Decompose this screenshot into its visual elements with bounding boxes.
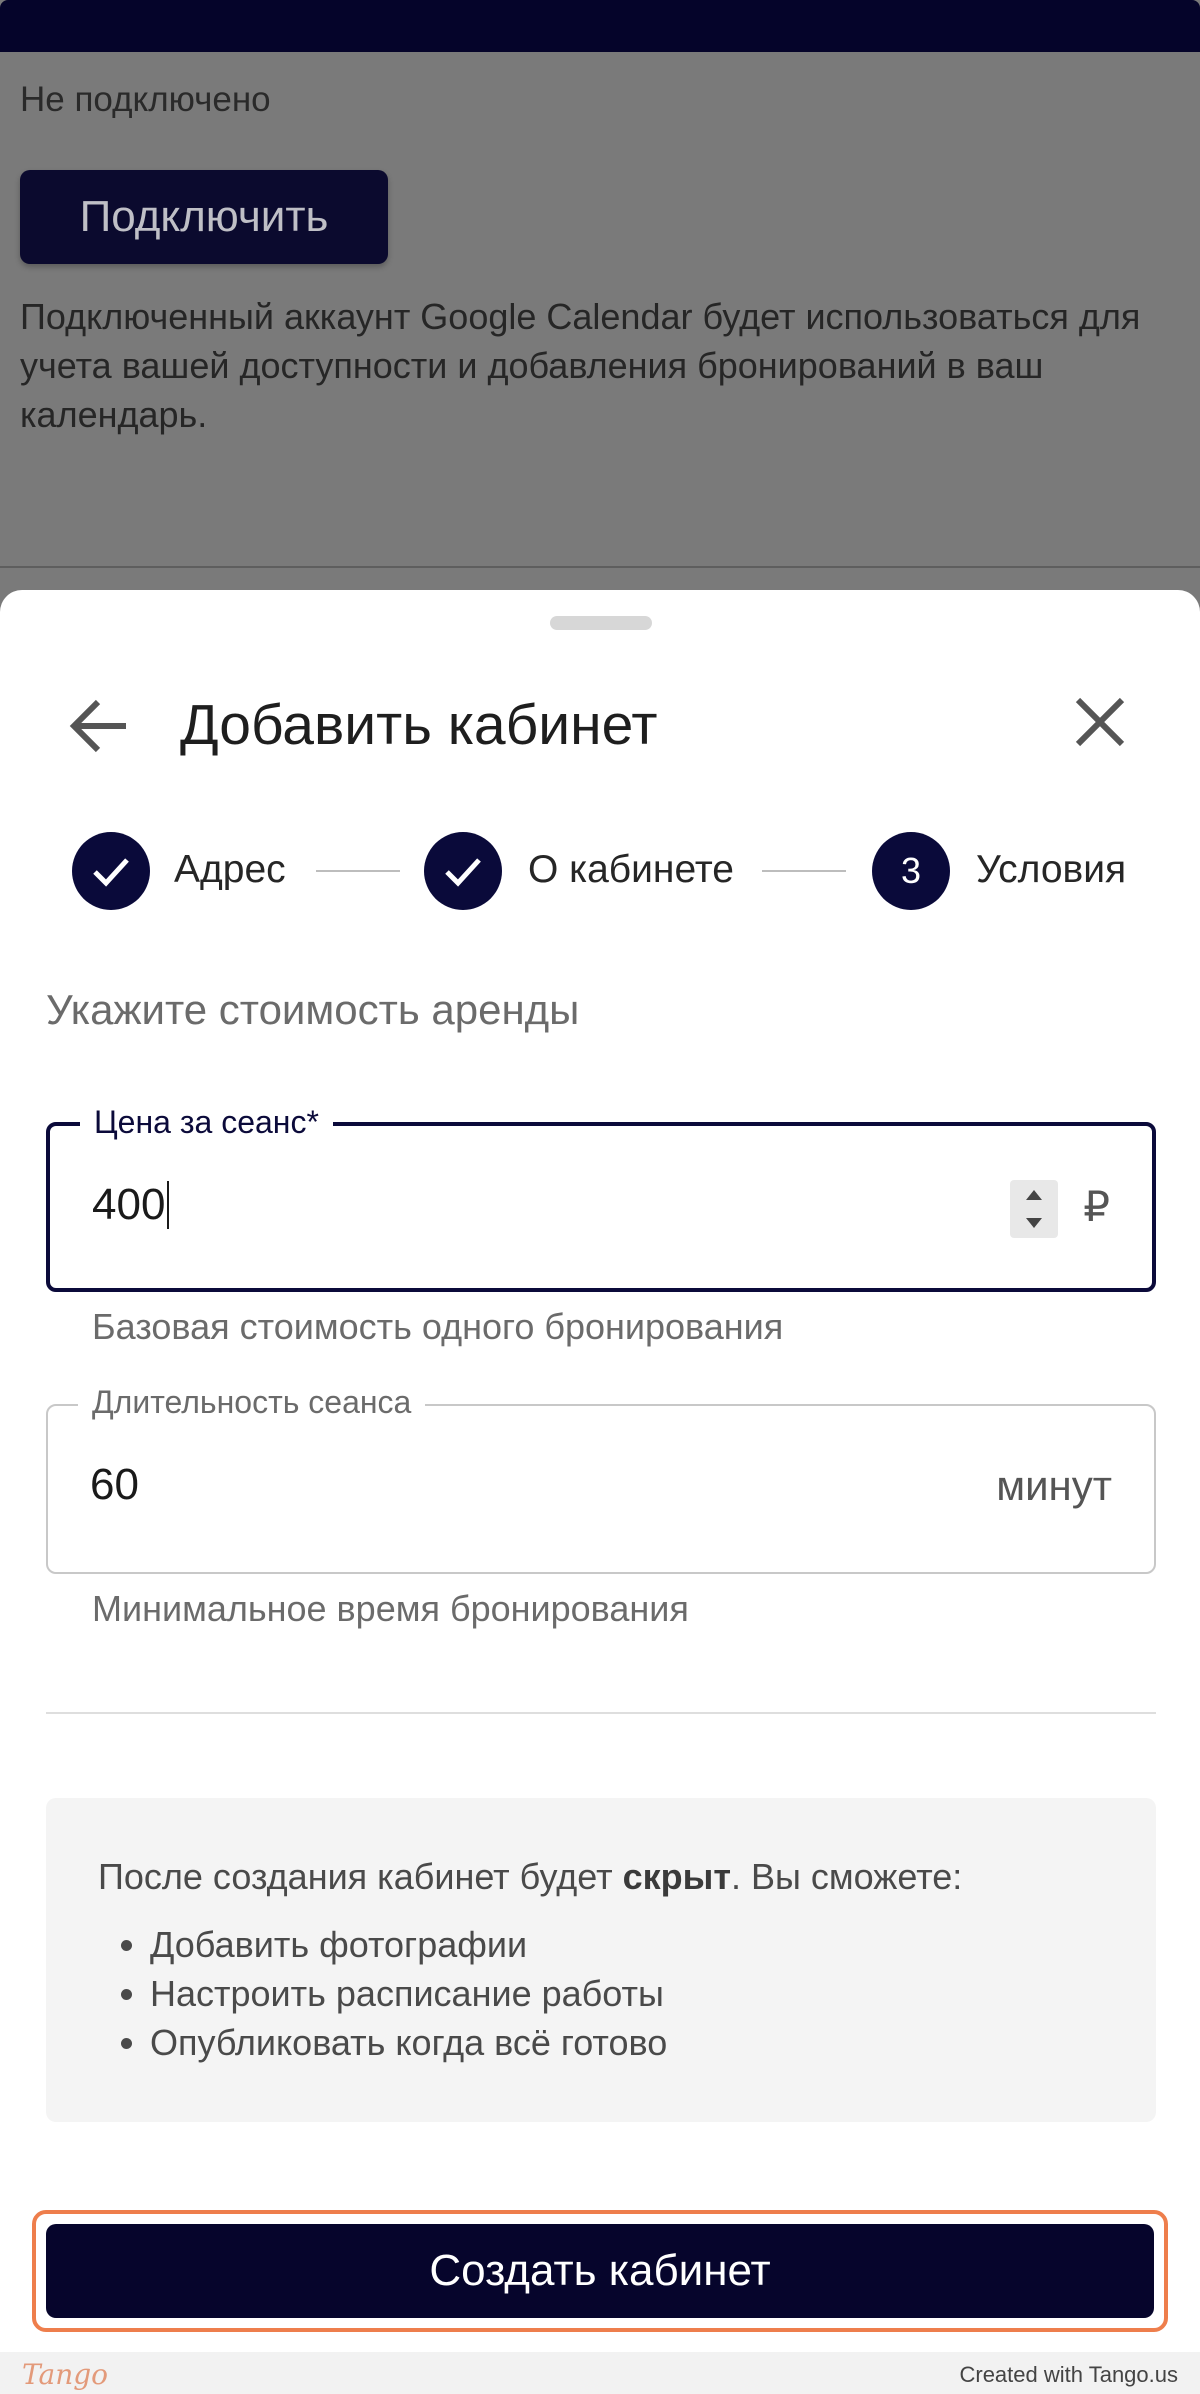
info-list: Добавить фотографии Настроить расписание…: [98, 1920, 667, 2067]
stepper-down-button[interactable]: [1010, 1209, 1058, 1238]
info-text-end: . Вы сможете:: [731, 1856, 963, 1897]
check-icon: [93, 858, 129, 887]
close-button[interactable]: [1068, 690, 1132, 754]
step-2-label: О кабинете: [528, 848, 734, 891]
info-list-item: Настроить расписание работы: [150, 1969, 667, 2018]
sheet-drag-handle[interactable]: [550, 616, 652, 630]
step-connector: [762, 870, 846, 872]
duration-field[interactable]: Длительность сеанса 60 минут: [46, 1384, 1156, 1574]
price-helper-text: Базовая стоимость одного бронирования: [92, 1306, 784, 1347]
triangle-up-icon: [1026, 1190, 1042, 1200]
stepper-up-button[interactable]: [1010, 1180, 1058, 1209]
step-connector: [316, 870, 400, 872]
section-divider: [46, 1712, 1156, 1714]
create-button-highlight: Создать кабинет: [32, 2210, 1168, 2332]
info-list-item: Опубликовать когда всё готово: [150, 2018, 667, 2067]
watermark-footer: Tango Created with Tango.us: [0, 2352, 1200, 2394]
calendar-description: Подключенный аккаунт Google Calendar буд…: [20, 296, 1141, 435]
background-top-bar: [0, 0, 1200, 52]
calendar-connection-status: Не подключено: [20, 80, 271, 119]
info-text-bold: скрыт: [622, 1856, 732, 1897]
triangle-down-icon: [1026, 1218, 1042, 1228]
info-text-start: После создания кабинет будет: [98, 1856, 623, 1897]
price-stepper[interactable]: [1010, 1180, 1058, 1238]
price-field[interactable]: Цена за сеанс* 400 ₽: [46, 1104, 1156, 1292]
price-field-label: Цена за сеанс*: [80, 1104, 333, 1141]
section-title: Укажите стоимость аренды: [46, 986, 580, 1033]
create-office-button[interactable]: Создать кабинет: [46, 2224, 1154, 2318]
duration-helper-text: Минимальное время бронирования: [92, 1588, 689, 1629]
connect-calendar-button[interactable]: Подключить: [20, 170, 388, 264]
price-input-value: 400: [92, 1180, 166, 1229]
add-office-sheet: Добавить кабинет Адрес О кабинете 3 Усло…: [0, 590, 1200, 2394]
price-input[interactable]: 400: [92, 1180, 170, 1230]
arrow-left-icon: [69, 699, 126, 753]
step-3-current: 3: [872, 832, 950, 910]
text-caret: [167, 1181, 170, 1229]
sheet-title: Добавить кабинет: [180, 693, 658, 757]
step-3-label: Условия: [976, 848, 1127, 891]
step-1-done: [72, 832, 150, 910]
tango-credit: Created with Tango.us: [959, 2362, 1178, 2387]
info-text: После создания кабинет будет скрыт. Вы с…: [98, 1856, 962, 1898]
info-box: После создания кабинет будет скрыт. Вы с…: [46, 1798, 1156, 2122]
background-divider: [0, 566, 1200, 568]
step-1-label: Адрес: [174, 848, 286, 891]
check-icon: [445, 858, 481, 887]
currency-unit: ₽: [1083, 1183, 1110, 1230]
duration-field-label: Длительность сеанса: [78, 1384, 426, 1421]
duration-unit: минут: [996, 1462, 1112, 1509]
tango-logo: Tango: [22, 2358, 109, 2391]
close-icon: [1075, 697, 1125, 747]
step-2-done: [424, 832, 502, 910]
duration-input[interactable]: 60: [90, 1460, 139, 1510]
back-button[interactable]: [64, 690, 136, 762]
info-list-item: Добавить фотографии: [150, 1920, 667, 1969]
